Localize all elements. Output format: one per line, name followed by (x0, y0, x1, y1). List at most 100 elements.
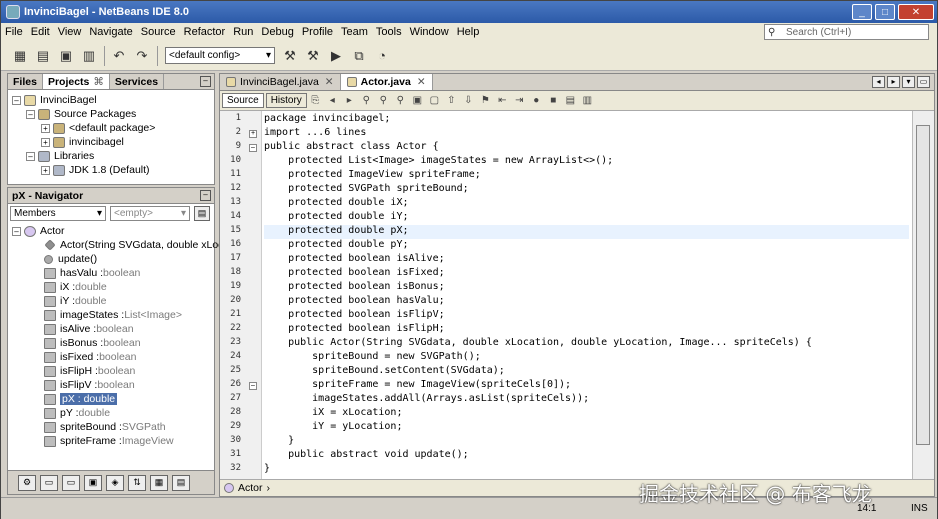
expand-icon[interactable]: + (41, 123, 50, 133)
clean-build-icon[interactable]: ⚒ (302, 45, 324, 67)
search-input[interactable]: ⚲ Search (Ctrl+I) (764, 24, 929, 40)
maximize-editor-icon[interactable]: ▭ (917, 76, 930, 88)
code-area[interactable]: package invincibagel; import ...6 lines … (264, 111, 909, 481)
menu-navigate[interactable]: Navigate (85, 26, 136, 38)
find-next-icon[interactable]: ⚲ (392, 93, 409, 108)
menu-run[interactable]: Run (229, 26, 257, 38)
context-select[interactable]: <empty> ▾ (110, 206, 190, 221)
maximize-button[interactable]: □ (875, 4, 895, 20)
navigator-member[interactable]: isFlipV : boolean (44, 378, 135, 392)
navigator-member[interactable]: pY : double (44, 406, 110, 420)
navigator-member[interactable]: hasValu : boolean (44, 266, 140, 280)
undo-icon[interactable]: ↶ (108, 45, 130, 67)
navigator-member[interactable]: isFixed : boolean (44, 350, 136, 364)
build-hammer-icon[interactable]: ⚒ (279, 45, 301, 67)
collapse-icon[interactable]: – (12, 95, 21, 105)
new-file-icon[interactable]: ▤ (32, 45, 54, 67)
sort-by-source-icon[interactable]: ▦ (150, 474, 168, 491)
menu-refactor[interactable]: Refactor (180, 26, 230, 38)
menu-source[interactable]: Source (137, 26, 180, 38)
navigator-member[interactable]: spriteFrame : ImageView (44, 434, 174, 448)
navigator-member[interactable]: imageStates : List<Image> (44, 308, 182, 322)
toggle-bookmark-icon[interactable]: ⚑ (477, 93, 494, 108)
vertical-scrollbar[interactable] (912, 111, 934, 481)
members-filter-select[interactable]: Members ▾ (10, 206, 106, 221)
scroll-tabs-right-icon[interactable]: ▸ (887, 76, 900, 88)
menu-team[interactable]: Team (337, 26, 372, 38)
navigator-member[interactable]: isBonus : boolean (44, 336, 141, 350)
tab-projects[interactable]: Projects ⌘ (42, 74, 110, 89)
close-icon[interactable]: ✕ (417, 76, 426, 88)
navigator-member[interactable]: spriteBound : SVGPath (44, 420, 166, 434)
tab-files[interactable]: Files (8, 74, 43, 89)
menu-help[interactable]: Help (453, 26, 484, 38)
back-icon[interactable]: ◂ (324, 93, 341, 108)
last-edit-icon[interactable]: ⎘ (307, 93, 324, 108)
previous-bookmark-icon[interactable]: ⇧ (443, 93, 460, 108)
start-macro-icon[interactable]: ● (528, 93, 545, 108)
minimize-button[interactable]: _ (852, 4, 872, 20)
tree-node-project[interactable]: – InvinciBagel (12, 93, 97, 107)
profile-icon[interactable]: ◔ (371, 45, 393, 67)
navigator-member[interactable]: iY : double (44, 294, 107, 308)
toggle-highlight-icon[interactable]: ▣ (409, 93, 426, 108)
show-opened-documents-icon[interactable]: ▾ (902, 76, 915, 88)
history-view-button[interactable]: History (265, 93, 307, 108)
close-button[interactable]: ✕ (898, 4, 934, 20)
tab-actor-java[interactable]: Actor.java ✕ (340, 74, 433, 90)
find-previous-icon[interactable]: ⚲ (375, 93, 392, 108)
new-project-icon[interactable]: ▦ (9, 45, 31, 67)
show-inner-icon[interactable]: ◈ (106, 474, 124, 491)
stop-macro-icon[interactable]: ■ (545, 93, 562, 108)
tree-node-libraries[interactable]: – Libraries (26, 149, 94, 163)
navigator-member[interactable]: iX : double (44, 280, 107, 294)
menu-tools[interactable]: Tools (372, 26, 406, 38)
sort-by-name-icon[interactable]: ⇅ (128, 474, 146, 491)
menu-window[interactable]: Window (406, 26, 453, 38)
collapse-icon[interactable]: – (26, 151, 35, 161)
debug-icon[interactable]: ⧉ (348, 45, 370, 67)
close-icon[interactable]: ✕ (325, 76, 334, 88)
navigator-options-icon[interactable]: ▤ (194, 206, 210, 221)
forward-icon[interactable]: ▸ (341, 93, 358, 108)
minimize-panel-icon[interactable]: – (200, 76, 211, 87)
expand-fold-icon[interactable]: + (249, 130, 257, 138)
source-view-button[interactable]: Source (222, 93, 264, 108)
navigator-class-node[interactable]: – Actor (12, 224, 65, 238)
open-project-icon[interactable]: ▣ (55, 45, 77, 67)
show-static-icon[interactable]: ▭ (62, 474, 80, 491)
navigator-member[interactable]: isAlive : boolean (44, 322, 134, 336)
menu-file[interactable]: File (1, 26, 27, 38)
tab-services[interactable]: Services (110, 74, 165, 89)
breadcrumb[interactable]: Actor (238, 482, 263, 494)
find-selection-icon[interactable]: ⚲ (358, 93, 375, 108)
shift-left-icon[interactable]: ⇤ (494, 93, 511, 108)
collapse-fold-icon[interactable]: – (249, 382, 257, 390)
collapse-fold-icon[interactable]: – (249, 144, 257, 152)
show-fields-icon[interactable]: ▭ (40, 474, 58, 491)
shift-right-icon[interactable]: ⇥ (511, 93, 528, 108)
scrollbar-thumb[interactable] (916, 125, 930, 445)
navigator-member-selected[interactable]: pX : double (44, 392, 118, 406)
tree-node-source-packages[interactable]: – Source Packages (26, 107, 136, 121)
minimize-panel-icon[interactable]: – (200, 190, 211, 201)
menu-debug[interactable]: Debug (257, 26, 297, 38)
collapse-icon[interactable]: – (12, 226, 21, 236)
run-icon[interactable]: ▶ (325, 45, 347, 67)
tab-invincibagel-java[interactable]: InvinciBagel.java ✕ (220, 74, 341, 90)
close-icon[interactable]: ⌘ (93, 76, 104, 88)
show-fqn-icon[interactable]: ▤ (172, 474, 190, 491)
show-inherited-icon[interactable]: ⚙ (18, 474, 36, 491)
uncomment-icon[interactable]: ▥ (579, 93, 596, 108)
collapse-icon[interactable]: – (26, 109, 35, 119)
show-nonpublic-icon[interactable]: ▣ (84, 474, 102, 491)
save-all-icon[interactable]: ▥ (78, 45, 100, 67)
toggle-rect-selection-icon[interactable]: ▢ (426, 93, 443, 108)
redo-icon[interactable]: ↷ (131, 45, 153, 67)
navigator-member-update[interactable]: update() (44, 252, 97, 266)
tree-node-invincibagel-package[interactable]: + invincibagel (41, 135, 124, 149)
scroll-tabs-left-icon[interactable]: ◂ (872, 76, 885, 88)
navigator-member[interactable]: isFlipH : boolean (44, 364, 135, 378)
next-bookmark-icon[interactable]: ⇩ (460, 93, 477, 108)
tree-node-default-package[interactable]: + <default package> (41, 121, 155, 135)
